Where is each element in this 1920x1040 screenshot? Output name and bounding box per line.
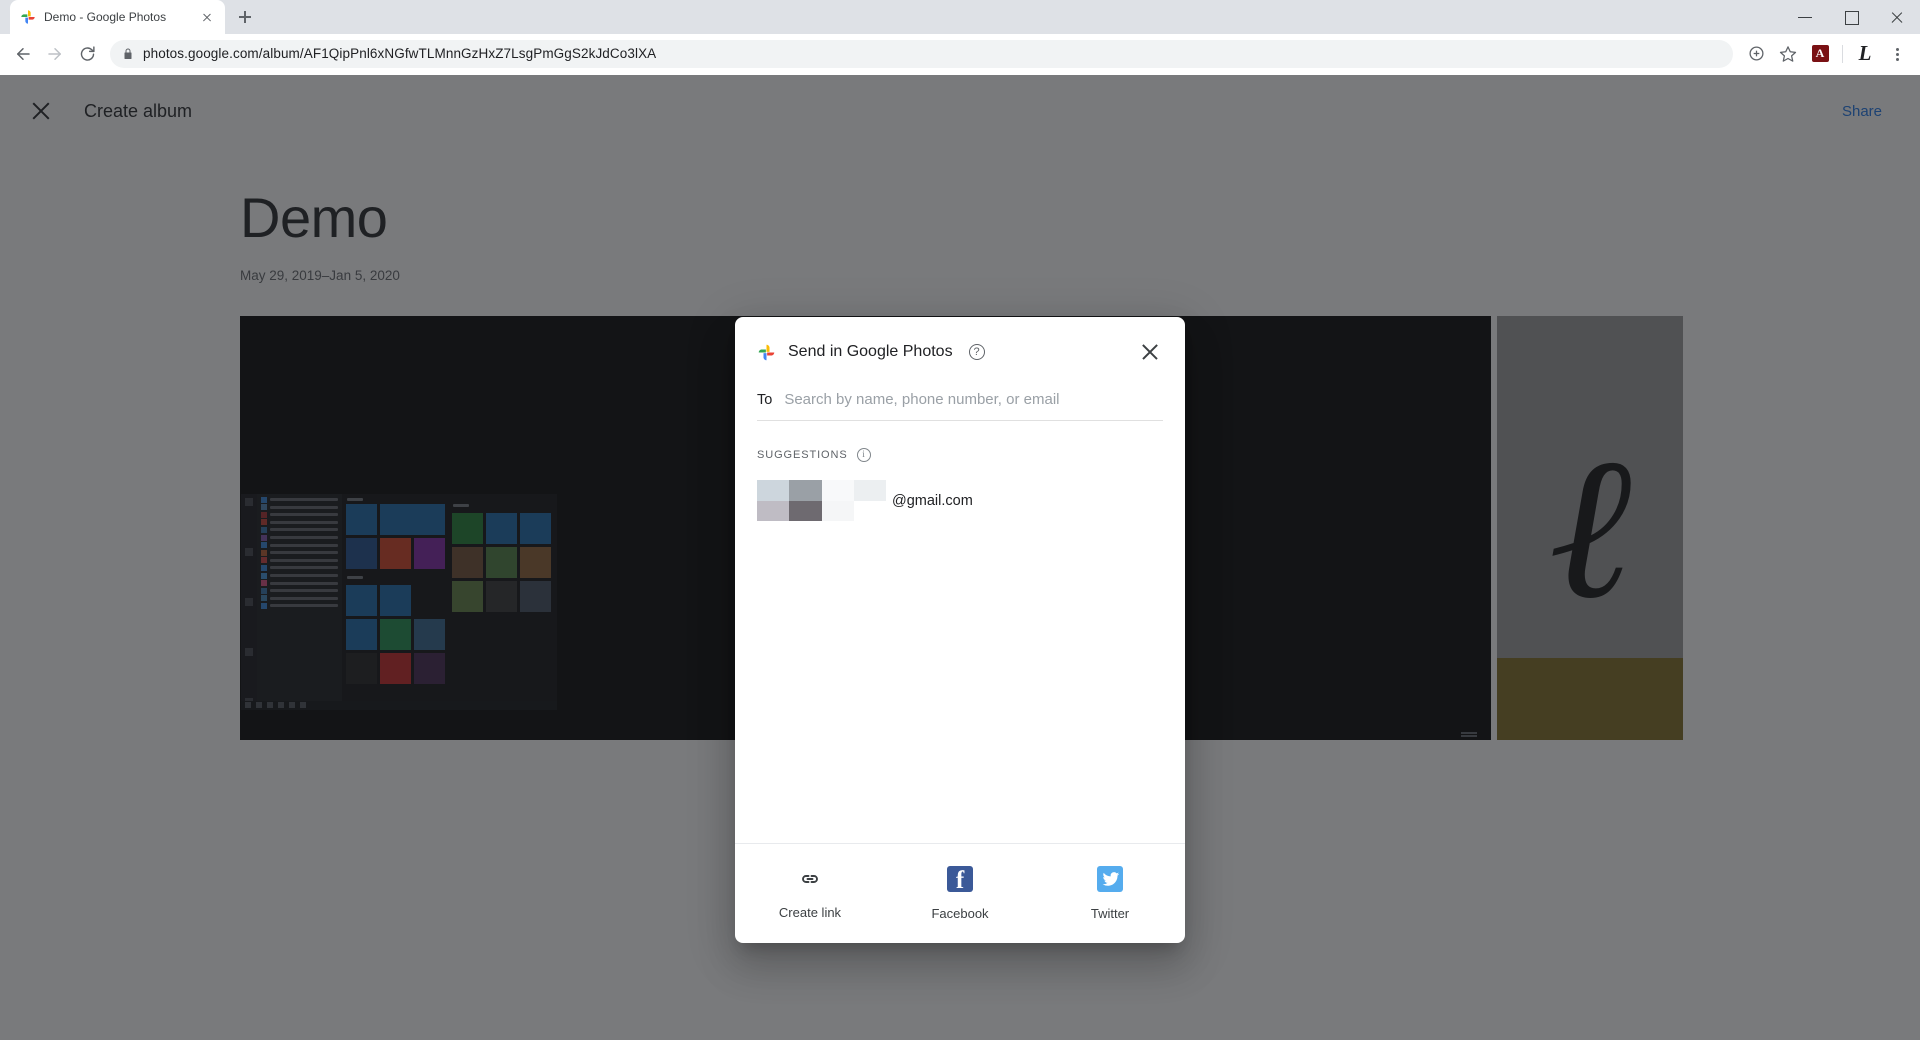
url-text: photos.google.com/album/AF1QipPnl6xNGfwT…: [143, 46, 657, 61]
forward-button[interactable]: [40, 39, 70, 69]
suggestions-label: SUGGESTIONS: [757, 449, 848, 461]
to-label: To: [757, 391, 773, 408]
three-dot-menu-icon[interactable]: [1882, 39, 1912, 69]
recipient-row: To: [757, 391, 1163, 421]
back-button[interactable]: [8, 39, 38, 69]
avatar[interactable]: L: [1850, 39, 1880, 69]
dialog-close-icon[interactable]: [1137, 339, 1163, 365]
twitter-label: Twitter: [1090, 906, 1130, 921]
facebook-glyph: f: [955, 866, 965, 892]
tab-close-icon[interactable]: [199, 9, 215, 25]
info-icon[interactable]: i: [856, 448, 871, 462]
profile-initial: L: [1858, 41, 1872, 65]
link-icon: [798, 867, 822, 891]
browser-toolbar: photos.google.com/album/AF1QipPnl6xNGfwT…: [0, 34, 1920, 74]
dialog-footer: Create link f Facebook Twitter: [735, 843, 1185, 943]
browser-tab[interactable]: Demo - Google Photos: [10, 0, 225, 34]
new-tab-button[interactable]: [231, 3, 259, 31]
twitter-icon: [1097, 866, 1123, 892]
suggestions-list: @gmail.com: [735, 476, 1185, 843]
recipient-search-input[interactable]: [784, 391, 1163, 408]
window-controls: [1782, 0, 1920, 34]
suggestions-header: SUGGESTIONS i: [757, 448, 1163, 462]
facebook-label: Facebook: [931, 906, 989, 921]
maximize-button[interactable]: [1828, 0, 1874, 34]
toolbar-divider: [1842, 44, 1843, 63]
facebook-icon: f: [947, 866, 973, 892]
redacted-contact-name: [757, 480, 886, 521]
acrobat-glyph: A: [1811, 45, 1829, 62]
toolbar-right-icons: A L: [1741, 39, 1912, 69]
dialog-title: Send in Google Photos: [788, 343, 953, 360]
dialog-header: Send in Google Photos ?: [735, 317, 1185, 365]
tab-strip: Demo - Google Photos: [0, 0, 1920, 34]
browser-window: Demo - Google Photos photos.google.com/a…: [0, 0, 1920, 1040]
minimize-button[interactable]: [1782, 0, 1828, 34]
page-content: Create album Share Demo May 29, 2019–Jan…: [0, 75, 1920, 1040]
list-item[interactable]: @gmail.com: [735, 476, 1185, 525]
facebook-share-button[interactable]: f Facebook: [885, 866, 1035, 921]
create-link-label: Create link: [778, 905, 842, 920]
tab-title: Demo - Google Photos: [44, 10, 167, 24]
add-circle-icon[interactable]: [1741, 39, 1771, 69]
reload-button[interactable]: [72, 39, 102, 69]
adobe-acrobat-extension-icon[interactable]: A: [1805, 39, 1835, 69]
dialog-header-left: Send in Google Photos ?: [757, 343, 985, 362]
help-icon[interactable]: ?: [968, 344, 985, 360]
google-photos-favicon: [20, 9, 36, 25]
twitter-share-button[interactable]: Twitter: [1035, 866, 1185, 921]
star-icon[interactable]: [1773, 39, 1803, 69]
lock-icon: [122, 47, 134, 61]
window-close-button[interactable]: [1874, 0, 1920, 34]
create-link-button[interactable]: Create link: [735, 867, 885, 920]
google-photos-pinwheel-icon: [757, 343, 776, 362]
suggestion-email: @gmail.com: [892, 492, 973, 509]
address-bar[interactable]: photos.google.com/album/AF1QipPnl6xNGfwT…: [110, 39, 1733, 68]
send-in-google-photos-dialog: Send in Google Photos ? To SUGGESTIONS i: [735, 317, 1185, 943]
